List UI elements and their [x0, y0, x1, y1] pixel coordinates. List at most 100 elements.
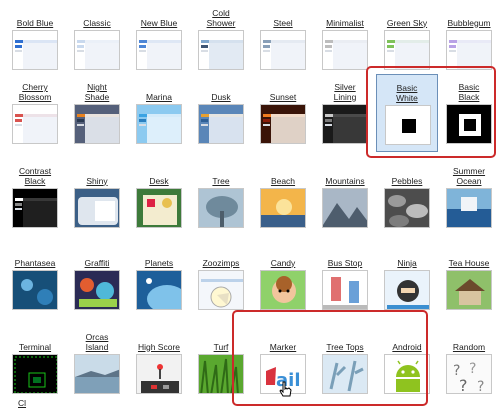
theme-label[interactable]: Android — [376, 324, 438, 352]
theme-label[interactable]: Desk — [128, 158, 190, 186]
theme-option-tree-tops[interactable]: Tree Tops — [314, 324, 376, 402]
turf-theme-thumbnail[interactable] — [198, 354, 244, 394]
theme-label[interactable]: Terminal — [4, 324, 66, 352]
silver-lining-theme-thumbnail[interactable] — [322, 104, 368, 144]
android-theme-thumbnail[interactable] — [384, 354, 430, 394]
theme-option-random[interactable]: Random???? — [438, 324, 500, 402]
theme-label[interactable]: New Blue — [128, 0, 190, 28]
theme-option-minimalist[interactable]: Minimalist — [314, 0, 376, 78]
green-sky-theme-thumbnail[interactable] — [384, 30, 430, 70]
theme-option-bus-stop[interactable]: Bus Stop — [314, 240, 376, 318]
theme-label[interactable]: Contrast Black — [4, 158, 66, 186]
theme-label[interactable]: Pebbles — [376, 158, 438, 186]
theme-label[interactable]: Cherry Blossom — [4, 74, 66, 102]
truncated-theme-label[interactable]: Cl — [18, 398, 26, 408]
theme-option-sunset[interactable]: Sunset — [252, 74, 314, 152]
theme-label[interactable]: Mountains — [314, 158, 376, 186]
theme-label[interactable]: Candy — [252, 240, 314, 268]
theme-option-basic-black[interactable]: Basic Black — [438, 74, 500, 152]
theme-option-marina[interactable]: Marina — [128, 74, 190, 152]
theme-option-phantasea[interactable]: Phantasea — [4, 240, 66, 318]
theme-label[interactable]: Random — [438, 324, 500, 352]
zoozimps-theme-thumbnail[interactable] — [198, 270, 244, 310]
steel-theme-thumbnail[interactable] — [260, 30, 306, 70]
tree-theme-thumbnail[interactable] — [198, 188, 244, 228]
contrast-black-theme-thumbnail[interactable] — [12, 188, 58, 228]
tree-tops-theme-thumbnail[interactable] — [322, 354, 368, 394]
dusk-theme-thumbnail[interactable] — [198, 104, 244, 144]
theme-option-planets[interactable]: Planets — [128, 240, 190, 318]
theme-option-turf[interactable]: Turf — [190, 324, 252, 402]
theme-label[interactable]: Turf — [190, 324, 252, 352]
bus-stop-theme-thumbnail[interactable] — [322, 270, 368, 310]
theme-label[interactable]: Bold Blue — [4, 0, 66, 28]
ninja-theme-thumbnail[interactable] — [384, 270, 430, 310]
theme-label[interactable]: Tree Tops — [314, 324, 376, 352]
theme-label[interactable]: Basic Black — [438, 74, 500, 102]
cold-shower-theme-thumbnail[interactable] — [198, 30, 244, 70]
planets-theme-thumbnail[interactable] — [136, 270, 182, 310]
candy-theme-thumbnail[interactable] — [260, 270, 306, 310]
theme-option-summer-ocean[interactable]: Summer Ocean — [438, 158, 500, 236]
cherry-blossom-theme-thumbnail[interactable] — [12, 104, 58, 144]
theme-option-new-blue[interactable]: New Blue — [128, 0, 190, 78]
theme-label[interactable]: Tea House — [438, 240, 500, 268]
bold-blue-theme-thumbnail[interactable] — [12, 30, 58, 70]
theme-label[interactable]: Classic — [66, 0, 128, 28]
theme-option-green-sky[interactable]: Green Sky — [376, 0, 438, 78]
theme-label[interactable]: Dusk — [190, 74, 252, 102]
theme-label[interactable]: Bus Stop — [314, 240, 376, 268]
graffiti-theme-thumbnail[interactable] — [74, 270, 120, 310]
theme-option-silver-lining[interactable]: Silver Lining — [314, 74, 376, 152]
pebbles-theme-thumbnail[interactable] — [384, 188, 430, 228]
phantasea-theme-thumbnail[interactable] — [12, 270, 58, 310]
theme-option-android[interactable]: Android — [376, 324, 438, 402]
theme-label[interactable]: Minimalist — [314, 0, 376, 28]
summer-ocean-theme-thumbnail[interactable] — [446, 188, 492, 228]
theme-label[interactable]: Phantasea — [4, 240, 66, 268]
theme-label[interactable]: Night Shade — [66, 74, 128, 102]
tea-house-theme-thumbnail[interactable] — [446, 270, 492, 310]
new-blue-theme-thumbnail[interactable] — [136, 30, 182, 70]
theme-label[interactable]: Marker — [252, 324, 314, 352]
theme-option-tree[interactable]: Tree — [190, 158, 252, 236]
theme-option-orcas-island[interactable]: Orcas Island — [66, 324, 128, 402]
beach-theme-thumbnail[interactable] — [260, 188, 306, 228]
theme-option-tea-house[interactable]: Tea House — [438, 240, 500, 318]
theme-option-night-shade[interactable]: Night Shade — [66, 74, 128, 152]
theme-option-high-score[interactable]: High Score — [128, 324, 190, 402]
marina-theme-thumbnail[interactable] — [136, 104, 182, 144]
sunset-theme-thumbnail[interactable] — [260, 104, 306, 144]
shiny-theme-thumbnail[interactable] — [74, 188, 120, 228]
theme-label[interactable]: Basic White — [377, 75, 437, 103]
theme-option-zoozimps[interactable]: Zoozimps — [190, 240, 252, 318]
classic-theme-thumbnail[interactable] — [74, 30, 120, 70]
theme-option-mountains[interactable]: Mountains — [314, 158, 376, 236]
theme-option-candy[interactable]: Candy — [252, 240, 314, 318]
theme-label[interactable]: Marina — [128, 74, 190, 102]
theme-label[interactable]: Zoozimps — [190, 240, 252, 268]
theme-label[interactable]: Bubblegum — [438, 0, 500, 28]
theme-label[interactable]: High Score — [128, 324, 190, 352]
theme-option-terminal[interactable]: Terminal — [4, 324, 66, 402]
basic-black-theme-thumbnail[interactable] — [446, 104, 492, 144]
desk-theme-thumbnail[interactable] — [136, 188, 182, 228]
theme-option-cold-shower[interactable]: Cold Shower — [190, 0, 252, 78]
theme-label[interactable]: Silver Lining — [314, 74, 376, 102]
bubblegum-theme-thumbnail[interactable] — [446, 30, 492, 70]
theme-option-cherry-blossom[interactable]: Cherry Blossom — [4, 74, 66, 152]
theme-option-pebbles[interactable]: Pebbles — [376, 158, 438, 236]
theme-option-steel[interactable]: Steel — [252, 0, 314, 78]
theme-option-dusk[interactable]: Dusk — [190, 74, 252, 152]
theme-option-desk[interactable]: Desk — [128, 158, 190, 236]
theme-option-shiny[interactable]: Shiny — [66, 158, 128, 236]
theme-option-basic-white[interactable]: Basic White — [376, 74, 438, 152]
theme-label[interactable]: Ninja — [376, 240, 438, 268]
theme-option-bold-blue[interactable]: Bold Blue — [4, 0, 66, 78]
theme-label[interactable]: Steel — [252, 0, 314, 28]
theme-option-bubblegum[interactable]: Bubblegum — [438, 0, 500, 78]
theme-label[interactable]: Graffiti — [66, 240, 128, 268]
theme-label[interactable]: Tree — [190, 158, 252, 186]
minimalist-theme-thumbnail[interactable] — [322, 30, 368, 70]
random-theme-thumbnail[interactable]: ???? — [446, 354, 492, 394]
